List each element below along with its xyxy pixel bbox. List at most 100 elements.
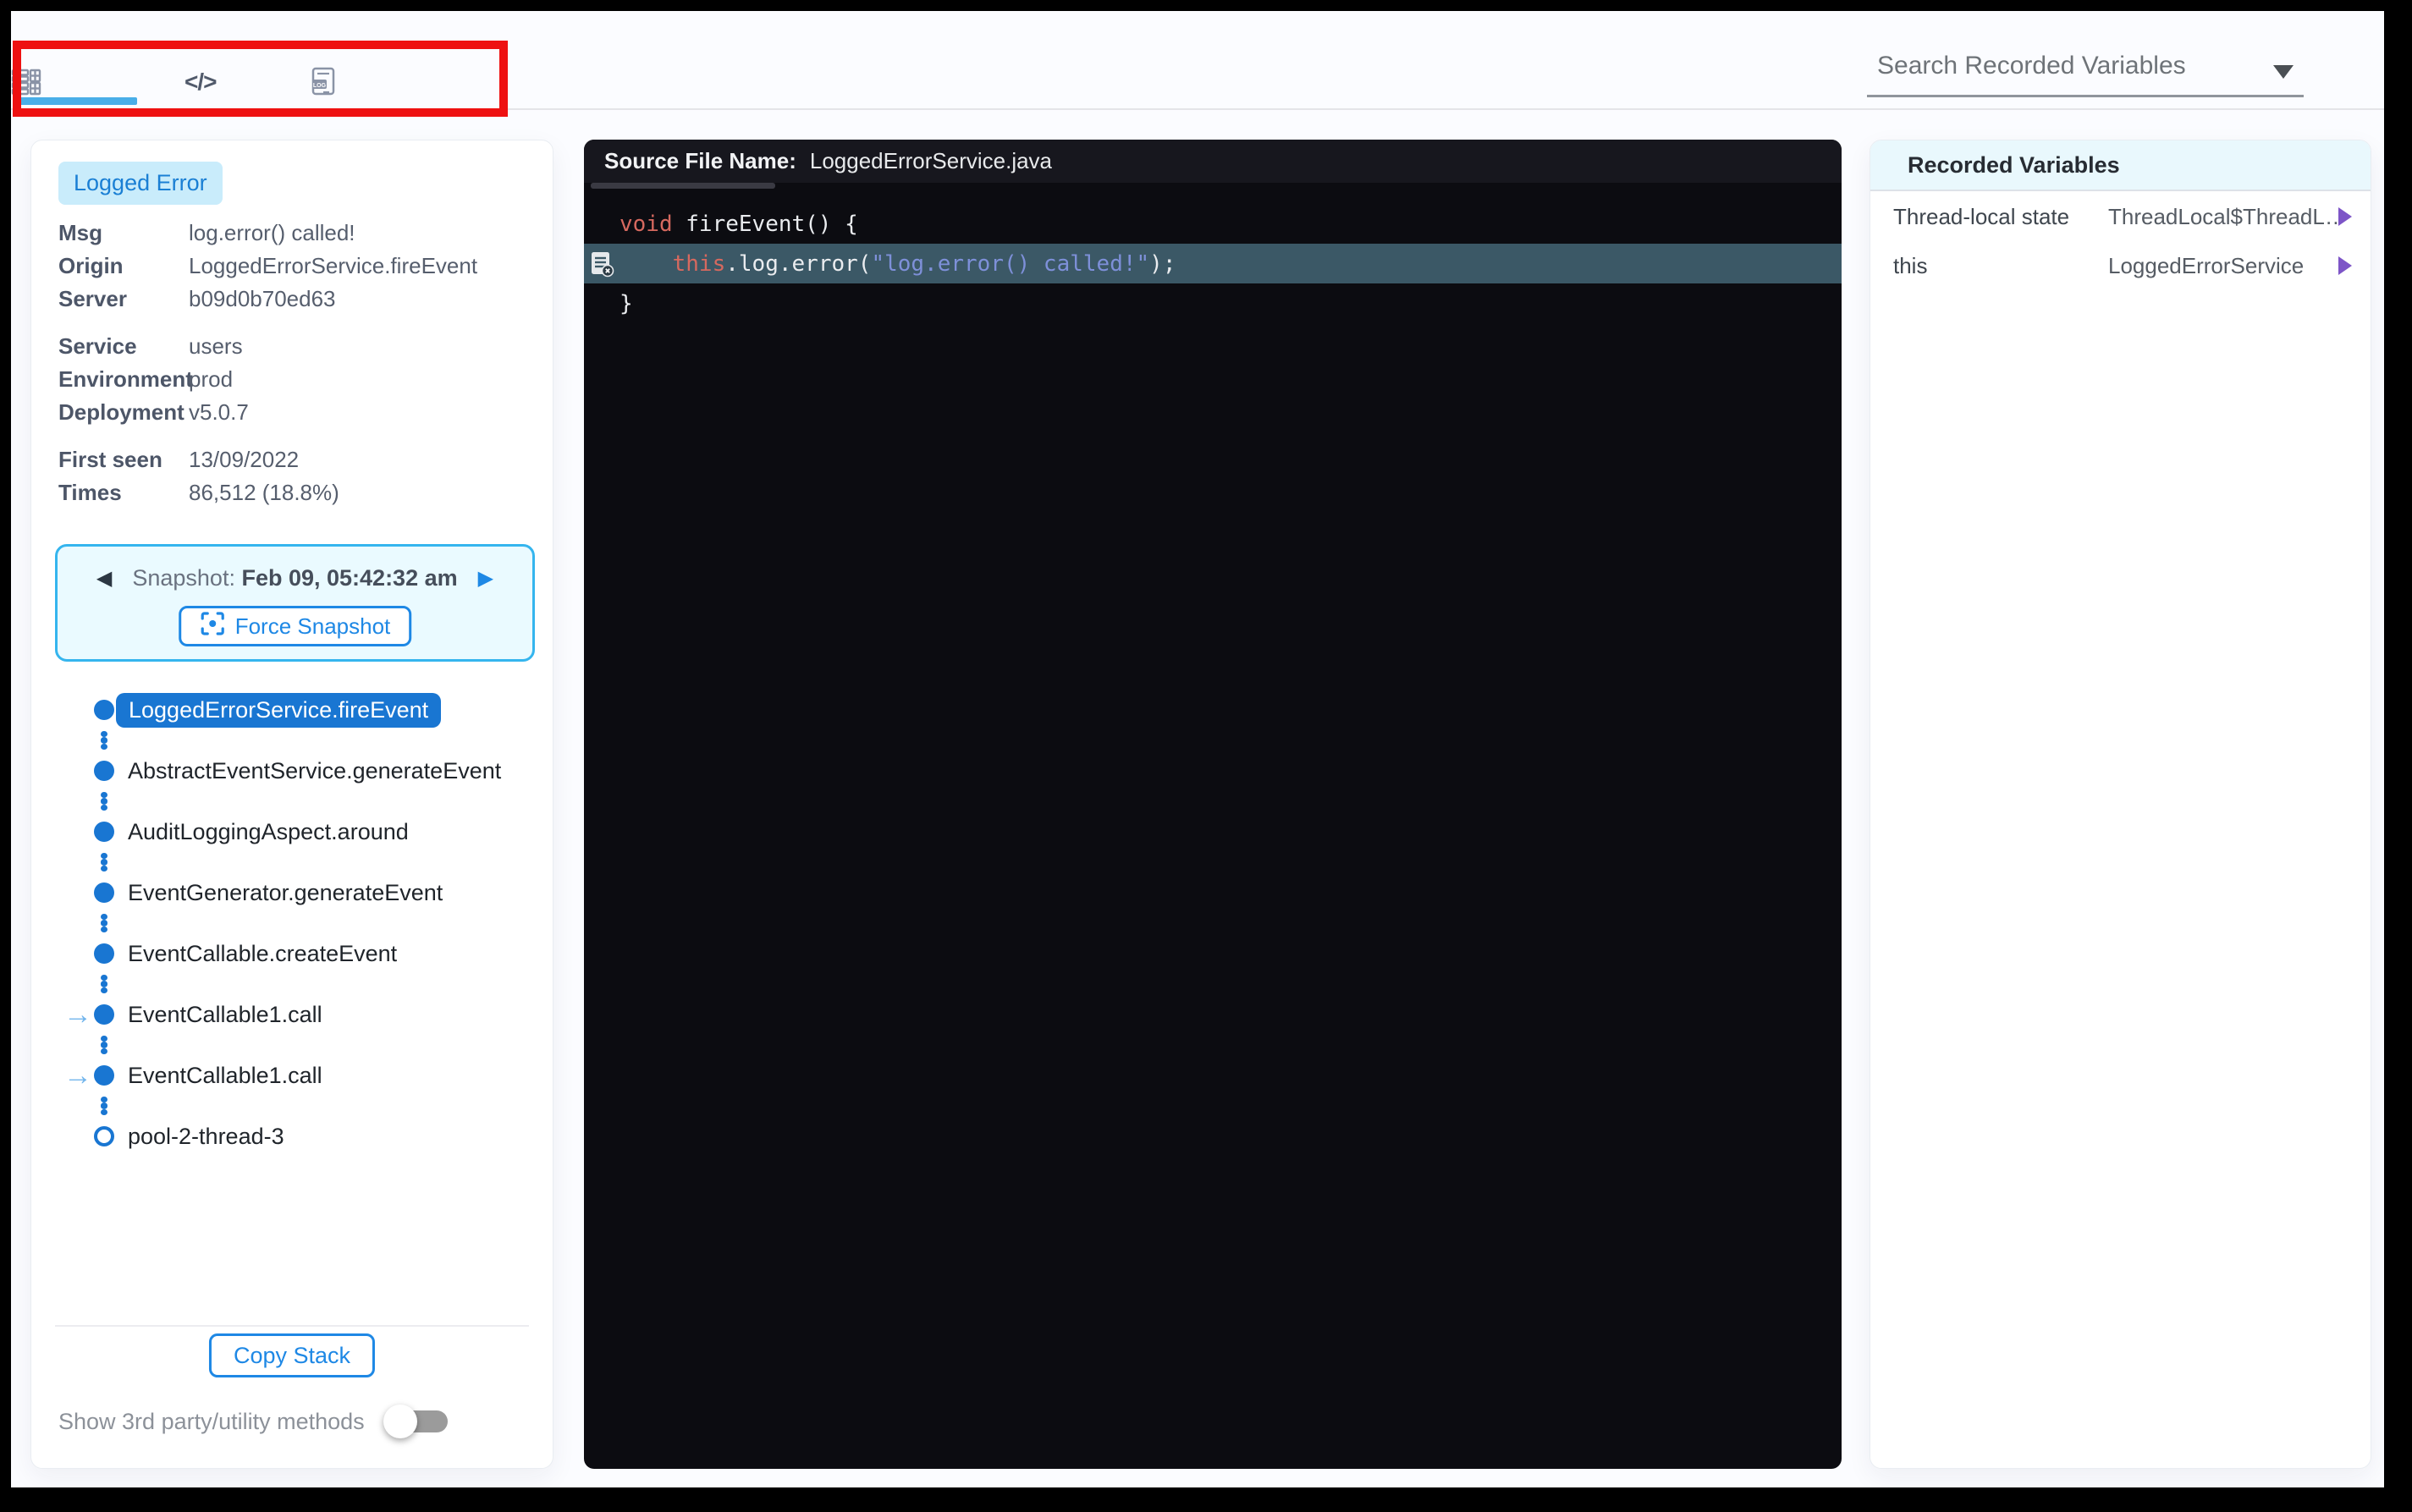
detail-label: Times [58, 480, 189, 506]
detail-value: 13/09/2022 [189, 447, 299, 473]
stack-frame-row[interactable]: pool-2-thread-3 [31, 1118, 553, 1155]
detail-value: 86,512 (18.8%) [189, 480, 339, 506]
search-recorded-variables-select[interactable]: Search Recorded Variables [1867, 45, 2304, 97]
force-snapshot-icon [200, 611, 225, 642]
source-file-name-value: LoggedErrorService.java [810, 148, 1052, 174]
chevron-down-icon [2273, 65, 2294, 79]
copy-stack-button[interactable]: Copy Stack [209, 1333, 375, 1377]
code-token: void [620, 212, 673, 237]
frame-label: EventCallable1.call [128, 1002, 322, 1028]
recorded-variables-title: Recorded Variables [1870, 140, 2371, 191]
frame-bullet-icon [94, 761, 114, 781]
detail-value: b09d0b70ed63 [189, 286, 336, 312]
frame-connector-dots [101, 911, 553, 935]
detail-row: Msg log.error() called! [58, 217, 539, 250]
frame-bullet-icon [94, 882, 114, 903]
source-file-name-label: Source File Name: [604, 148, 796, 174]
variable-row[interactable]: this LoggedErrorService [1870, 241, 2371, 290]
stack-frame: → EventCallable1.call [31, 1057, 553, 1118]
frame-connector-dots [101, 1033, 553, 1057]
stack-frame-row[interactable]: → EventCallable1.call [31, 996, 553, 1033]
code-token: "log.error() called!" [871, 251, 1149, 277]
frame-bullet-icon [94, 1126, 114, 1146]
tab[interactable]: LOG [311, 63, 350, 101]
force-snapshot-button[interactable]: Force Snapshot [179, 606, 412, 646]
recorded-variables-list: Thread-local state ThreadLocal$ThreadL… … [1870, 191, 2371, 290]
log-icon: LOG [311, 67, 337, 97]
stack-frame-row[interactable]: EventGenerator.generateEvent [31, 874, 553, 911]
code-token: .log.error( [725, 251, 871, 277]
frame-bullet-icon [94, 1065, 114, 1086]
frame-label: AuditLoggingAspect.around [128, 819, 409, 845]
detail-row: First seen 13/09/2022 [58, 443, 539, 476]
variable-row[interactable]: Thread-local state ThreadLocal$ThreadL… [1870, 192, 2371, 241]
detail-row: Environment prod [58, 363, 539, 396]
code-line[interactable]: void fireEvent() { [584, 204, 1842, 244]
snapshot-nav-row: ◀ Snapshot: Feb 09, 05:42:32 am ▶ [58, 565, 532, 591]
snapshot-navigator: ◀ Snapshot: Feb 09, 05:42:32 am ▶ [55, 544, 535, 662]
variable-value: ThreadLocal$ThreadL… [2108, 204, 2338, 230]
stack-frame: AuditLoggingAspect.around [31, 813, 553, 874]
code-token: } [620, 291, 633, 316]
stack-divider [55, 1325, 529, 1327]
third-party-toggle-switch[interactable] [395, 1410, 448, 1432]
frame-connector-dots [101, 850, 553, 874]
stack-frame: EventCallable.createEvent [31, 935, 553, 996]
frame-label: EventCallable1.call [128, 1063, 322, 1089]
snapshot-timestamp: Feb 09, 05:42:32 am [241, 565, 457, 591]
variable-value: LoggedErrorService [2108, 253, 2338, 279]
code-token [620, 251, 673, 277]
stack-frame: LoggedErrorService.fireEvent [31, 691, 553, 752]
frame-bullet-icon [94, 1004, 114, 1025]
environment-icon [11, 69, 41, 96]
stack-frame: EventGenerator.generateEvent [31, 874, 553, 935]
tab[interactable]: </> [184, 63, 229, 101]
detail-label: Server [58, 286, 189, 312]
frame-arrow-icon: → [63, 1061, 92, 1090]
editor-tab-underline [591, 183, 775, 189]
code-token: this [673, 251, 726, 277]
detail-row: Times 86,512 (18.8%) [58, 476, 539, 509]
next-snapshot-button[interactable]: ▶ [478, 566, 493, 591]
code-line[interactable]: } [584, 283, 1842, 323]
tab[interactable] [11, 63, 54, 101]
error-details-panel: Logged Error Msg log.error() called! Ori… [30, 140, 553, 1469]
detail-row: Server b09d0b70ed63 [58, 283, 539, 316]
frame-connector-dots [101, 972, 553, 996]
code-editor: Source File Name: LoggedErrorService.jav… [584, 140, 1842, 1469]
detail-label: Msg [58, 220, 189, 246]
detail-group-deployment: Service users Environment prod Deploymen… [58, 330, 539, 429]
detail-label: First seen [58, 447, 189, 473]
detail-label: Origin [58, 253, 189, 279]
frame-bullet-icon [94, 943, 114, 964]
stack-frame-row[interactable]: AuditLoggingAspect.around [31, 813, 553, 850]
editor-header: Source File Name: LoggedErrorService.jav… [584, 140, 1842, 183]
stack-frame-row[interactable]: AbstractEventService.generateEvent [31, 752, 553, 789]
stack-frame-row[interactable]: LoggedErrorService.fireEvent [31, 691, 553, 729]
frame-label: EventCallable.createEvent [128, 941, 397, 967]
stack-frame-row[interactable]: EventCallable.createEvent [31, 935, 553, 972]
search-select-label: Search Recorded Variables [1877, 52, 2186, 80]
expand-variable-icon[interactable] [2338, 207, 2352, 226]
stack-frame: pool-2-thread-3 [31, 1118, 553, 1155]
code-line[interactable]: this.log.error("log.error() called!"); [584, 244, 1842, 283]
frame-connector-dots [101, 729, 553, 752]
previous-snapshot-button[interactable]: ◀ [96, 566, 112, 591]
frame-bullet-icon [94, 700, 114, 720]
detail-row: Origin LoggedErrorService.fireEvent [58, 250, 539, 283]
toggle-knob [383, 1405, 417, 1438]
frame-label: pool-2-thread-3 [128, 1124, 284, 1150]
frame-bullet-icon [94, 822, 114, 842]
code-token: fireEvent() { [673, 212, 858, 237]
stack-frame-row[interactable]: → EventCallable1.call [31, 1057, 553, 1094]
expand-variable-icon[interactable] [2338, 256, 2352, 275]
detail-value: LoggedErrorService.fireEvent [189, 253, 477, 279]
code-icon: </> [184, 69, 216, 96]
detail-value: users [189, 333, 243, 360]
stack-frame: AbstractEventService.generateEvent [31, 752, 553, 813]
stack-frame: → EventCallable1.call [31, 996, 553, 1057]
third-party-toggle-label: Show 3rd party/utility methods [58, 1409, 365, 1435]
detail-value: v5.0.7 [189, 399, 249, 426]
snapshot-document-icon[interactable] [584, 250, 620, 278]
logged-error-badge: Logged Error [58, 162, 223, 205]
